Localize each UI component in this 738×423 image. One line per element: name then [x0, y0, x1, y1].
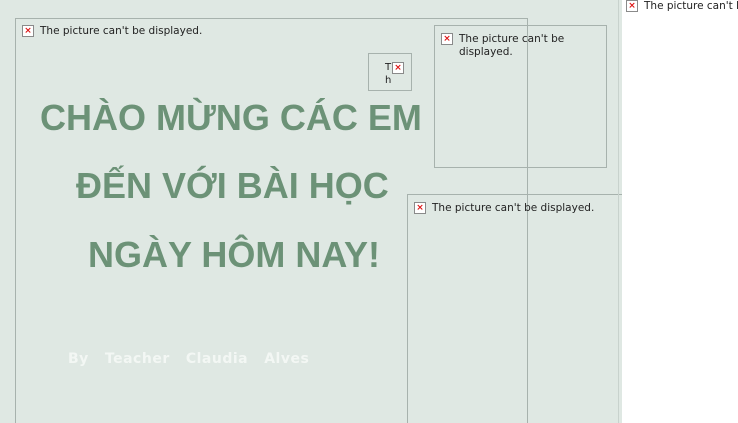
placeholder-text-line-2: displayed.	[459, 46, 513, 58]
title-line-2: ĐẾN VỚI BÀI HỌC	[76, 165, 389, 206]
title-line-1: CHÀO MỪNG CÁC EM	[40, 97, 422, 138]
image-frame-middle-right	[407, 194, 622, 423]
tiny-placeholder-t: T	[385, 62, 392, 73]
placeholder-text: The picture can't be displayed.	[432, 202, 595, 214]
broken-image-icon: ×	[392, 62, 404, 74]
slide: × The picture can't be displayed. × The …	[0, 0, 622, 423]
tiny-placeholder: T h	[385, 61, 391, 87]
broken-image-icon: ×	[441, 33, 453, 45]
broken-image-placeholder: × The picture can't be displayed.	[22, 25, 202, 38]
broken-image-placeholder: × The picture can't be displayed.	[414, 202, 594, 215]
broken-image-placeholder: × The picture can't be displayed.	[441, 33, 601, 59]
broken-image-icon: ×	[626, 0, 638, 12]
broken-image-placeholder-outside: × The picture can't be	[626, 0, 738, 13]
placeholder-text: The picture can't be	[644, 0, 738, 12]
tiny-placeholder-h: h	[385, 75, 392, 86]
title-line-3: NGÀY HÔM NAY!	[88, 234, 381, 275]
slide-edge-line	[618, 0, 619, 423]
broken-image-icon: ×	[22, 25, 34, 37]
placeholder-text: The picture can't be displayed.	[459, 33, 564, 59]
author-byline: By Teacher Claudia Alves	[68, 351, 310, 367]
placeholder-text-line-1: The picture can't be	[459, 33, 565, 45]
broken-image-icon: ×	[414, 202, 426, 214]
placeholder-text: The picture can't be displayed.	[40, 25, 203, 37]
